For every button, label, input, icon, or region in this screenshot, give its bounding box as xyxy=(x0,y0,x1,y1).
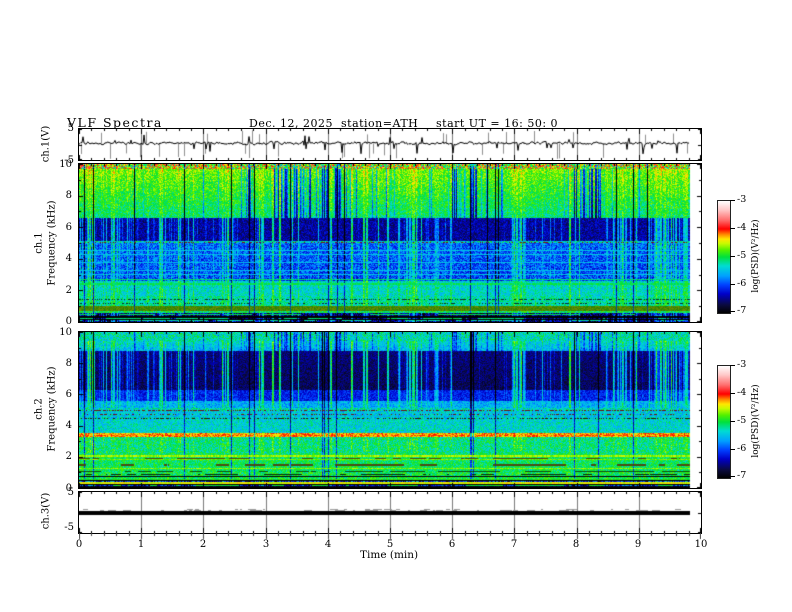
spec1-tick-10: 10 xyxy=(59,159,72,170)
spec2-tick-2: 2 xyxy=(65,451,72,462)
ch3-voltage-panel xyxy=(78,491,702,534)
cb1-tick-neg3: -3 xyxy=(737,194,747,205)
ch1-waveform-canvas xyxy=(79,129,701,160)
cb1-tick-neg4: -4 xyxy=(737,222,747,233)
cb2-tick-neg6: -6 xyxy=(737,443,747,454)
time-tick-4: 4 xyxy=(324,539,332,550)
spec2-tick-10: 10 xyxy=(59,327,72,338)
colorbar-spec2 xyxy=(717,365,731,479)
cb1-tickmark xyxy=(730,200,735,201)
ch3v-axis-label: ch.3(V) xyxy=(40,492,52,530)
colorbar-spec1 xyxy=(717,200,731,314)
time-tick-8: 8 xyxy=(572,539,580,550)
cb2-tickmark xyxy=(730,393,735,394)
spec1-tick-2: 2 xyxy=(65,285,72,296)
cb1-tick-neg7: -7 xyxy=(737,305,747,316)
time-tick-1: 1 xyxy=(137,539,145,550)
spec1-channel-label: ch.1 xyxy=(33,232,45,254)
time-tick-6: 6 xyxy=(448,539,456,550)
time-tick-9: 9 xyxy=(634,539,642,550)
cb2-tick-neg5: -5 xyxy=(737,415,747,426)
ch3v-tick-neg5: -5 xyxy=(64,522,74,533)
ch1-spectrogram-panel xyxy=(78,163,702,323)
ch2-spectrogram-canvas xyxy=(79,332,701,488)
ch1v-axis-label: ch.1(V) xyxy=(40,125,52,163)
time-tick-10: 10 xyxy=(694,539,708,550)
cb1-tick-neg5: -5 xyxy=(737,250,747,261)
cb2-tickmark xyxy=(730,449,735,450)
cb1-tickmark xyxy=(730,228,735,229)
cb1-tickmark xyxy=(730,256,735,257)
cb1-tickmark xyxy=(730,284,735,285)
time-tick-2: 2 xyxy=(199,539,207,550)
cb2-tickmark xyxy=(730,365,735,366)
cb2-tickmark xyxy=(730,421,735,422)
cb2-tick-neg4: -4 xyxy=(737,387,747,398)
ch1v-tick-5: 5 xyxy=(67,123,74,134)
cb2-tick-neg3: -3 xyxy=(737,359,747,370)
cb1-tickmark xyxy=(730,311,735,312)
ch3v-tick-5: 5 xyxy=(67,487,74,498)
ch2-spectrogram-panel xyxy=(78,331,702,489)
cb2-tickmark xyxy=(730,476,735,477)
ch3-waveform-canvas xyxy=(79,492,701,533)
time-tick-0: 0 xyxy=(75,539,83,550)
time-tick-7: 7 xyxy=(510,539,518,550)
cb2-psd-label: log(PSD)(V²/Hz) xyxy=(751,384,761,458)
time-tick-3: 3 xyxy=(262,539,270,550)
ch1-spectrogram-canvas xyxy=(79,164,701,322)
cb1-tick-neg6: -6 xyxy=(737,278,747,289)
time-axis-label: Time (min) xyxy=(360,549,419,561)
cb1-psd-label: log(PSD)(V²/Hz) xyxy=(751,219,761,293)
spec1-frequency-label: Frequency (kHz) xyxy=(46,200,58,286)
vlf-spectra-screen: VLF Spectra Dec. 12, 2025 station=ATH st… xyxy=(0,0,792,612)
spec2-frequency-label: Frequency (kHz) xyxy=(46,366,58,452)
cb2-tick-neg7: -7 xyxy=(737,470,747,481)
spec2-channel-label: ch.2 xyxy=(33,398,45,420)
ch1-voltage-panel xyxy=(78,128,702,161)
